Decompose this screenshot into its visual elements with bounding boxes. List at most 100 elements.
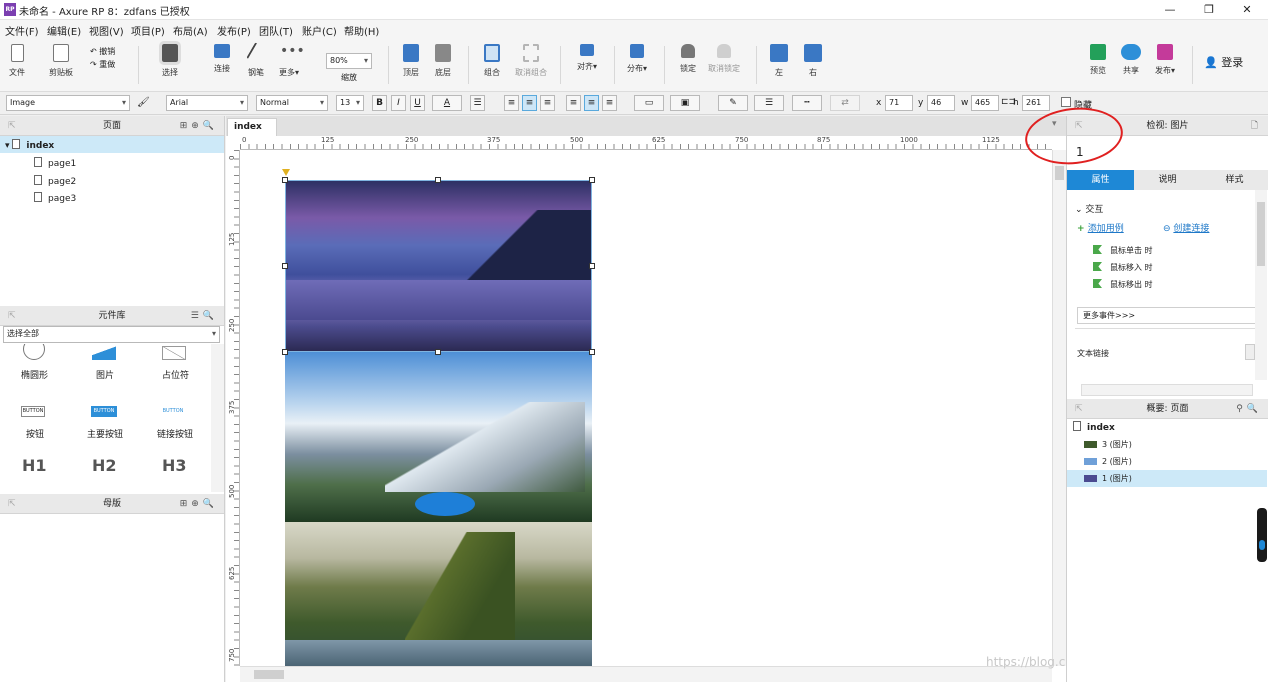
font-size-select[interactable]: 13 <box>336 95 364 111</box>
pin-icon[interactable]: ⇱ <box>8 494 16 514</box>
tab-style[interactable]: 样式 <box>1201 170 1268 190</box>
resize-handle[interactable] <box>589 177 595 183</box>
outline-item[interactable]: 3 (图片) <box>1067 436 1267 453</box>
publish-button[interactable]: 发布▾ <box>1150 44 1180 76</box>
add-case-link[interactable]: + 添加用例 <box>1077 221 1124 234</box>
side-handle[interactable] <box>1257 508 1267 562</box>
scroll-thumb[interactable] <box>254 670 284 679</box>
menu-team[interactable]: 团队(T) <box>259 23 293 38</box>
select-button[interactable]: 选择 <box>148 41 192 78</box>
valign-bottom-icon[interactable]: ≡ <box>602 95 617 111</box>
shadow-icon[interactable]: ▣ <box>670 95 700 111</box>
fill-color-icon[interactable]: ▭ <box>634 95 664 111</box>
scroll-thumb[interactable] <box>1257 202 1265 266</box>
primary-button-icon[interactable]: BUTTON <box>91 406 117 417</box>
login-button[interactable]: 👤 登录 <box>1204 54 1243 70</box>
send-to-back-button[interactable]: 底层 <box>429 44 457 78</box>
event-mouse-leave[interactable]: 鼠标移出 时 <box>1093 279 1153 290</box>
distribute-button[interactable]: 分布▾ <box>622 44 652 74</box>
tree-item-index[interactable]: ▾ index <box>0 136 224 153</box>
pin-icon[interactable]: ⇱ <box>1075 399 1083 419</box>
format-painter-icon[interactable]: 🖌 <box>137 97 150 108</box>
placeholder-icon[interactable] <box>162 346 186 360</box>
y-field[interactable]: 46 <box>927 95 955 111</box>
library-panel-actions[interactable]: ☰🔍 <box>191 306 218 326</box>
create-link-link[interactable]: ⊖ 创建连接 <box>1163 221 1209 234</box>
connect-button[interactable]: 连接 <box>208 44 236 74</box>
button-icon[interactable]: BUTTON <box>21 406 45 417</box>
bold-button[interactable]: B <box>372 95 387 111</box>
underline-button[interactable]: U <box>410 95 425 111</box>
masters-panel-actions[interactable]: ⊞⊕🔍 <box>180 494 218 514</box>
inspector-scrollbar[interactable] <box>1255 190 1267 380</box>
valign-top-icon[interactable]: ≡ <box>566 95 581 111</box>
more-events-select[interactable]: 更多事件>>> <box>1077 307 1255 324</box>
tree-item-page1[interactable]: page1 <box>34 157 76 169</box>
pen-button[interactable]: 钢笔 <box>242 42 270 78</box>
event-click[interactable]: 鼠标单击 时 <box>1093 245 1153 256</box>
horizontal-scrollbar[interactable] <box>240 666 1052 682</box>
maximize-icon[interactable]: ❐ <box>1195 2 1223 18</box>
left-button[interactable]: 左 <box>766 44 792 78</box>
line-color-icon[interactable]: ✎ <box>718 95 748 111</box>
menu-publish[interactable]: 发布(P) <box>217 23 251 38</box>
line-width-icon[interactable]: ☰ <box>754 95 784 111</box>
bullet-list-icon[interactable]: ☰ <box>470 95 485 111</box>
align-right-icon[interactable]: ≡ <box>540 95 555 111</box>
h1-icon[interactable]: H1 <box>22 456 47 475</box>
tab-notes[interactable]: 说明 <box>1134 170 1201 190</box>
outline-item-selected[interactable]: 1 (图片) <box>1067 470 1267 487</box>
tab-properties[interactable]: 属性 <box>1067 170 1134 190</box>
bring-to-front-button[interactable]: 顶层 <box>397 44 425 78</box>
library-filter-select[interactable]: 选择全部 <box>3 326 220 343</box>
notes-icon[interactable]: 🗋 <box>1251 116 1262 136</box>
arrow-style-icon[interactable]: ⇄ <box>830 95 860 111</box>
menu-view[interactable]: 视图(V) <box>89 23 124 38</box>
widget-type-select[interactable]: Image <box>6 95 130 111</box>
interaction-section[interactable]: ⌄ 交互 <box>1075 202 1103 215</box>
h3-icon[interactable]: H3 <box>162 456 187 475</box>
close-icon[interactable]: ✕ <box>1233 2 1261 18</box>
italic-button[interactable]: I <box>391 95 406 111</box>
menu-project[interactable]: 项目(P) <box>131 23 165 38</box>
right-button[interactable]: 右 <box>800 44 826 78</box>
font-family-select[interactable]: Arial <box>166 95 248 111</box>
link-button-icon[interactable]: BUTTON <box>160 406 186 417</box>
inspector-hscrollbar[interactable] <box>1081 384 1253 396</box>
file-button[interactable]: 文件 <box>6 44 28 78</box>
menu-account[interactable]: 账户(C) <box>302 23 337 38</box>
tab-index[interactable]: index × <box>227 118 277 148</box>
outline-root[interactable]: index <box>1073 421 1115 433</box>
outline-actions[interactable]: ⚲🔍 <box>1236 399 1262 419</box>
tree-item-page2[interactable]: page2 <box>34 175 76 187</box>
text-color-button[interactable]: A <box>432 95 462 111</box>
image-snow-mountain[interactable] <box>285 352 592 522</box>
tree-item-page3[interactable]: page3 <box>34 192 76 204</box>
ungroup-button[interactable]: 取消组合 <box>512 44 550 78</box>
text-link-toggle[interactable] <box>1245 344 1255 360</box>
share-button[interactable]: 共享 <box>1118 44 1144 76</box>
scroll-thumb[interactable] <box>1055 166 1064 180</box>
x-field[interactable]: 71 <box>885 95 913 111</box>
outline-item[interactable]: 2 (图片) <box>1067 453 1267 470</box>
menu-edit[interactable]: 编辑(E) <box>47 23 81 38</box>
image-mountain-lake-night[interactable] <box>285 180 592 352</box>
rotate-handle-icon[interactable] <box>282 169 290 176</box>
height-field[interactable]: 261 <box>1022 95 1050 111</box>
h2-icon[interactable]: H2 <box>92 456 117 475</box>
group-button[interactable]: 组合 <box>478 44 506 78</box>
preview-button[interactable]: 预览 <box>1086 44 1110 76</box>
width-field[interactable]: 465 <box>971 95 999 111</box>
line-style-icon[interactable]: ┅ <box>792 95 822 111</box>
resize-handle[interactable] <box>282 177 288 183</box>
menu-file[interactable]: 文件(F) <box>5 23 39 38</box>
lock-button[interactable]: 锁定 <box>674 44 702 74</box>
align-center-icon[interactable]: ≡ <box>522 95 537 111</box>
clipboard-button[interactable]: 剪贴板 <box>42 44 80 78</box>
redo-button[interactable]: ↷ 重做 <box>90 59 115 70</box>
pin-icon[interactable]: ⇱ <box>8 116 16 136</box>
menu-help[interactable]: 帮助(H) <box>344 23 379 38</box>
menu-layout[interactable]: 布局(A) <box>173 23 208 38</box>
undo-button[interactable]: ↶ 撤销 <box>90 46 115 57</box>
align-button[interactable]: 对齐▾ <box>572 44 602 72</box>
